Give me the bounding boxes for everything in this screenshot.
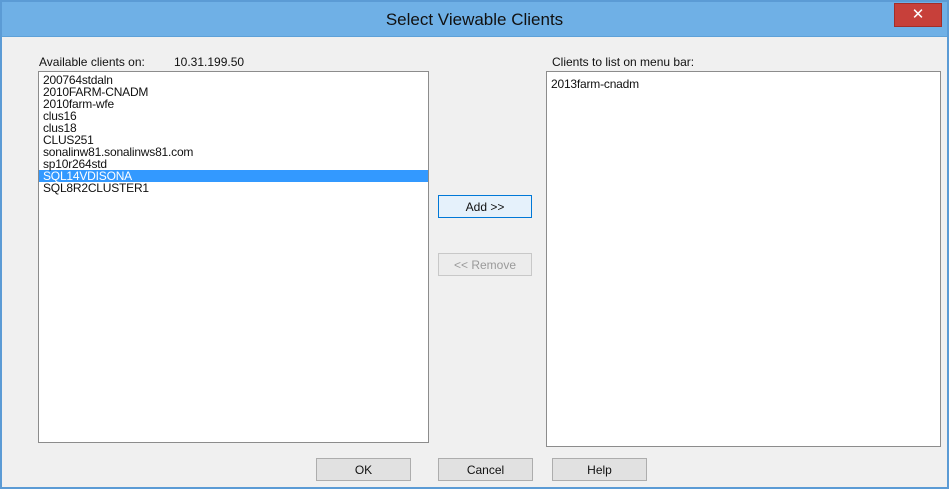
help-button[interactable]: Help: [552, 458, 647, 481]
title-bar[interactable]: Select Viewable Clients ✕: [2, 2, 947, 37]
dialog-title: Select Viewable Clients: [385, 10, 564, 29]
menubar-clients-label: Clients to list on menu bar:: [552, 55, 695, 69]
cancel-button[interactable]: Cancel: [438, 458, 533, 481]
close-button[interactable]: ✕: [894, 3, 942, 27]
ok-button[interactable]: OK: [316, 458, 411, 481]
list-item[interactable]: clus18: [39, 122, 428, 134]
menubar-clients-listbox[interactable]: 2013farm-cnadm: [546, 71, 941, 447]
list-item[interactable]: 2013farm-cnadm: [547, 78, 940, 90]
close-icon: ✕: [911, 6, 925, 23]
list-item[interactable]: 2010farm-wfe: [39, 98, 428, 110]
available-clients-listbox[interactable]: 200764stdaln 2010FARM-CNADM 2010farm-wfe cl…: [38, 71, 429, 443]
dialog-body: Available clients on: 10.31.199.50 20076…: [8, 43, 941, 487]
available-clients-host: 10.31.199.50: [174, 55, 245, 69]
available-clients-label: Available clients on:: [39, 55, 145, 69]
dialog-window: Select Viewable Clients ✕ Available clie…: [0, 0, 949, 489]
list-item[interactable]: clus16: [39, 110, 428, 122]
remove-button[interactable]: << Remove: [438, 253, 532, 276]
add-button[interactable]: Add >>: [438, 195, 532, 218]
list-item[interactable]: SQL8R2CLUSTER1: [39, 182, 428, 194]
